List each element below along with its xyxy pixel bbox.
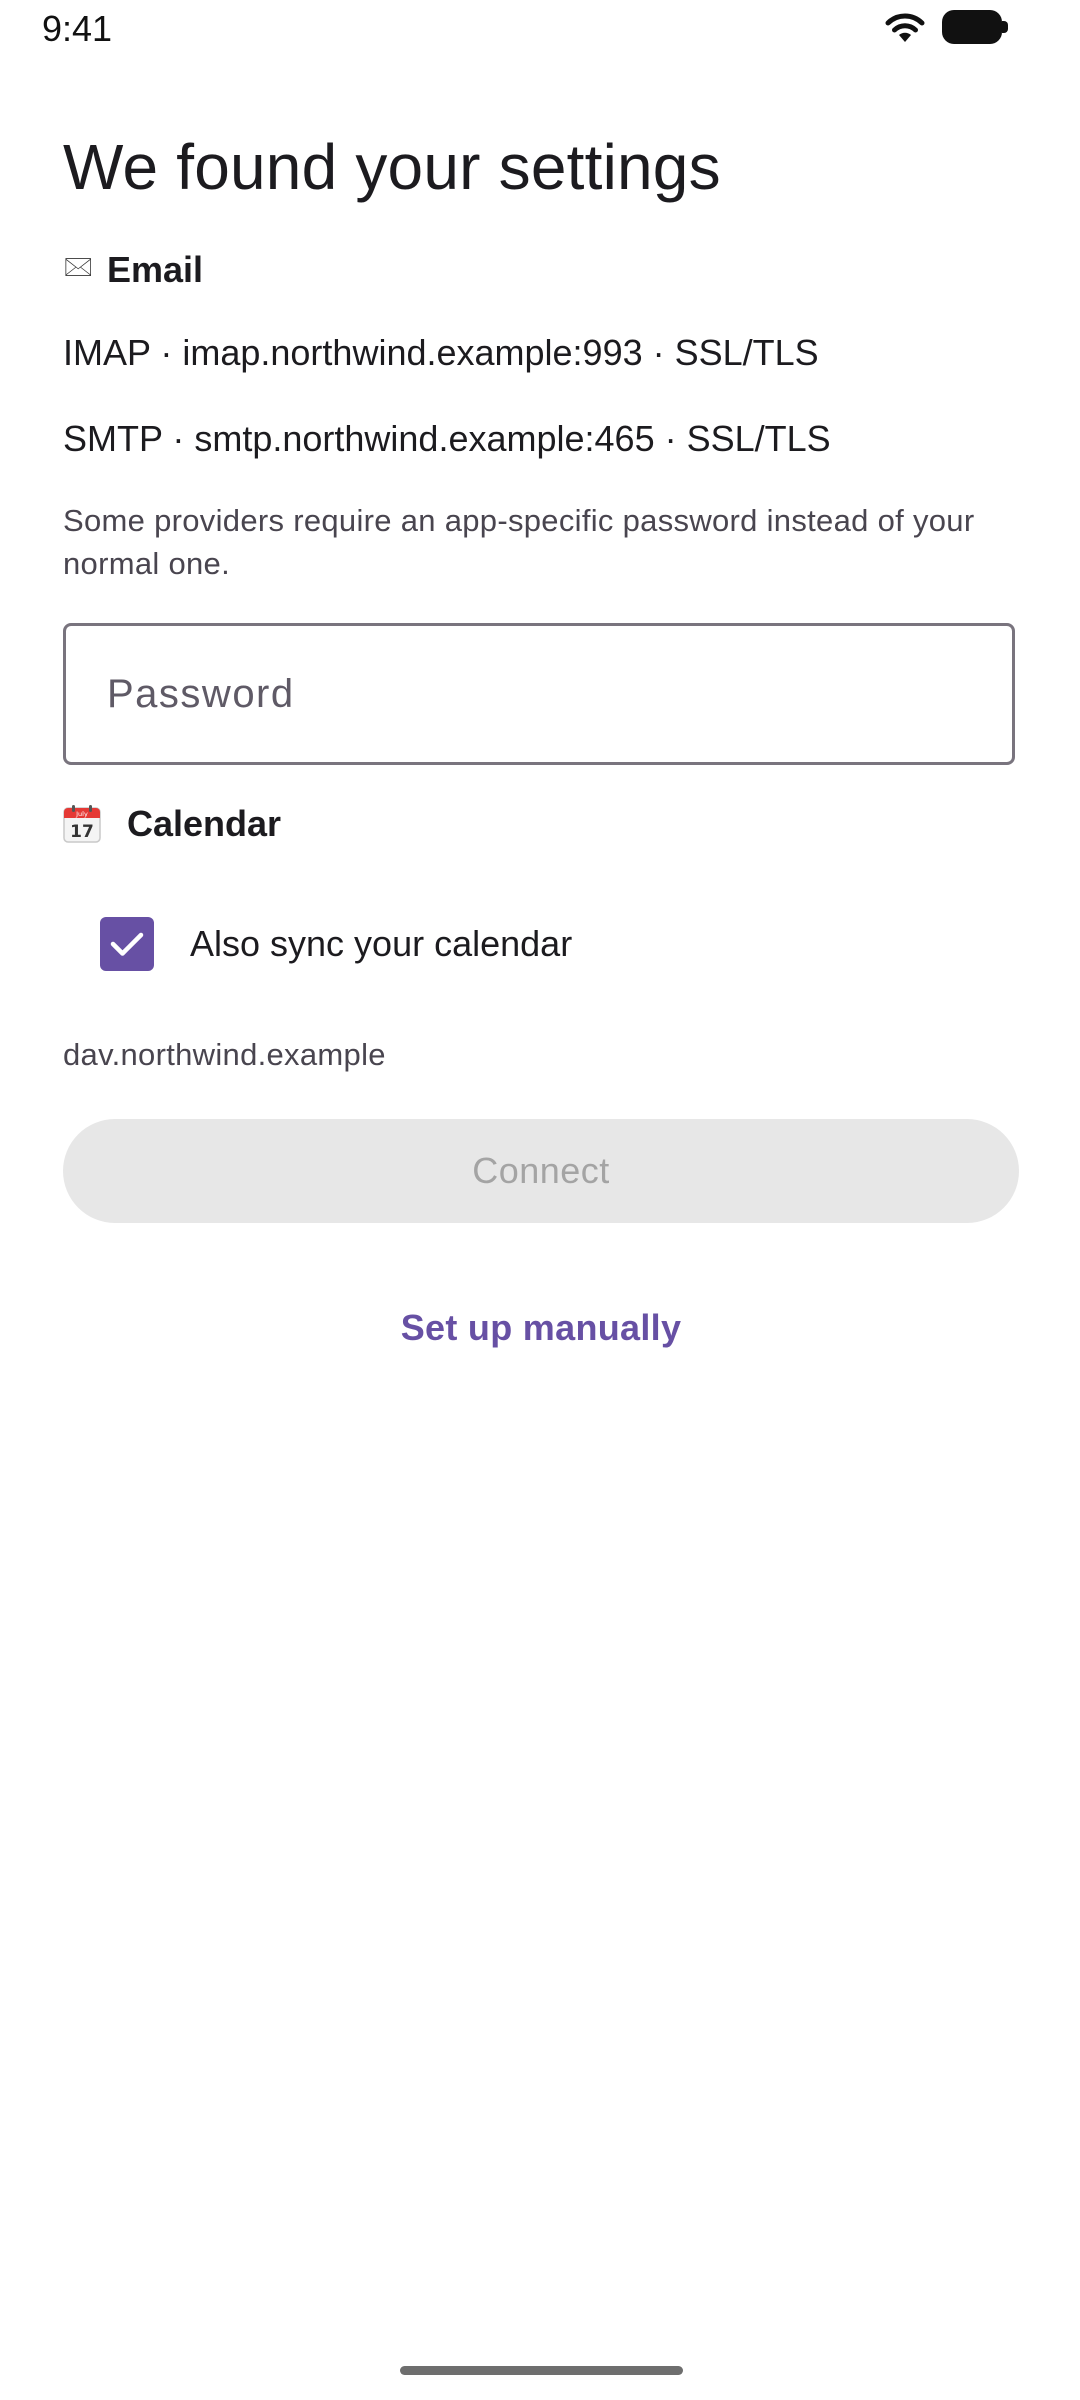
sync-calendar-row[interactable]: Also sync your calendar [100,917,1019,971]
imap-server-info: IMAP · imap.northwind.example:993 · SSL/… [63,332,819,373]
sync-calendar-label: Also sync your calendar [190,923,573,964]
calendar-section-header: July 17 Calendar [63,801,1019,847]
settings-found-screen: We found your settings 🖂 Email IMAP · im… [63,125,1019,1349]
status-bar: 9:41 [0,0,1080,62]
smtp-server-info: SMTP · smtp.northwind.example:465 · SSL/… [63,418,831,459]
email-section-header: 🖂 Email [63,247,1019,293]
password-input[interactable] [105,670,969,718]
app-password-hint: Some providers require an app-specific p… [63,503,975,581]
calendar-icon-day: 17 [70,822,94,842]
calendar-icon: July 17 [63,805,101,843]
battery-icon [942,10,1008,44]
password-field[interactable] [63,623,1015,765]
checkmark-icon [110,932,144,956]
page-title: We found your settings [63,131,721,203]
wifi-icon [884,10,926,44]
envelope-icon: 🖂 [63,252,94,282]
email-section-label: Email [107,249,204,290]
setup-manually-link[interactable]: Set up manually [63,1307,1019,1349]
sync-calendar-checkbox[interactable] [100,917,154,971]
home-indicator[interactable] [400,2366,683,2375]
status-time: 9:41 [42,8,113,49]
caldav-host: dav.northwind.example [63,1037,386,1072]
connect-button[interactable]: Connect [63,1119,1019,1223]
status-icons [884,10,1008,44]
calendar-icon-month: July [75,810,88,818]
calendar-section-label: Calendar [127,803,282,844]
